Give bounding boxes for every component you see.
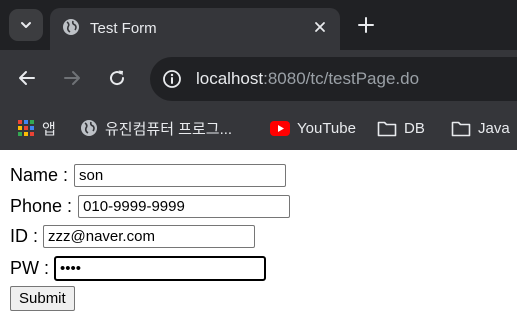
name-label: Name :	[10, 165, 69, 185]
globe-icon	[63, 19, 79, 35]
bookmark-label: DB	[404, 119, 425, 137]
tab-title: Test Form	[90, 20, 157, 37]
folder-icon	[377, 121, 397, 136]
bookmark-label: YouTube	[297, 119, 356, 137]
bookmark-label: 유진컴퓨터 프로그...	[105, 120, 233, 138]
phone-row: Phone :	[10, 195, 291, 218]
folder-icon	[451, 121, 471, 136]
password-input[interactable]	[54, 256, 266, 281]
back-button[interactable]	[15, 66, 39, 90]
page-content: Name : Phone : ID : PW : Submit	[0, 150, 517, 317]
url-path: :8080/tc/testPage.do	[263, 69, 420, 88]
url-text: localhost:8080/tc/testPage.do	[196, 69, 419, 89]
phone-input[interactable]	[78, 195, 291, 218]
bookmark-apps[interactable]: 앱	[17, 115, 56, 141]
name-input[interactable]	[74, 164, 287, 187]
browser-toolbar: localhost:8080/tc/testPage.do	[0, 50, 517, 106]
url-host: localhost	[196, 69, 264, 88]
bookmark-label: Java	[478, 119, 510, 137]
id-input[interactable]	[43, 225, 256, 248]
youtube-icon	[270, 120, 290, 136]
reload-icon	[110, 70, 125, 86]
id-label: ID :	[10, 226, 39, 246]
close-tab-button[interactable]	[310, 17, 330, 37]
reload-button[interactable]	[105, 66, 129, 90]
bookmark-folder-db[interactable]: DB	[377, 115, 425, 141]
address-bar[interactable]: localhost:8080/tc/testPage.do	[150, 57, 517, 101]
bookmark-label: 앱	[42, 120, 56, 138]
globe-icon	[81, 120, 97, 136]
submit-button[interactable]: Submit	[10, 286, 75, 311]
close-icon	[315, 22, 325, 32]
new-tab-button[interactable]	[355, 14, 377, 36]
forward-button[interactable]	[60, 66, 84, 90]
tab-strip: Test Form	[0, 0, 517, 50]
info-icon[interactable]	[162, 69, 182, 89]
name-row: Name :	[10, 164, 287, 187]
bookmarks-bar: 앱 유진컴퓨터 프로그... YouTube DB Java	[0, 106, 517, 150]
browser-tab-active[interactable]: Test Form	[50, 8, 340, 50]
bookmark-yujin[interactable]: 유진컴퓨터 프로그...	[80, 115, 232, 141]
bookmark-youtube[interactable]: YouTube	[270, 115, 356, 141]
bookmark-folder-java[interactable]: Java	[451, 115, 510, 141]
plus-icon	[358, 17, 374, 33]
apps-grid-icon	[18, 120, 34, 136]
pw-label: PW :	[10, 258, 49, 278]
tab-search-button[interactable]	[9, 9, 43, 41]
chevron-down-icon	[21, 22, 31, 28]
pw-row: PW :	[10, 256, 266, 281]
arrow-right-icon	[64, 71, 80, 85]
arrow-left-icon	[19, 71, 35, 85]
id-row: ID :	[10, 225, 256, 248]
phone-label: Phone :	[10, 196, 73, 216]
